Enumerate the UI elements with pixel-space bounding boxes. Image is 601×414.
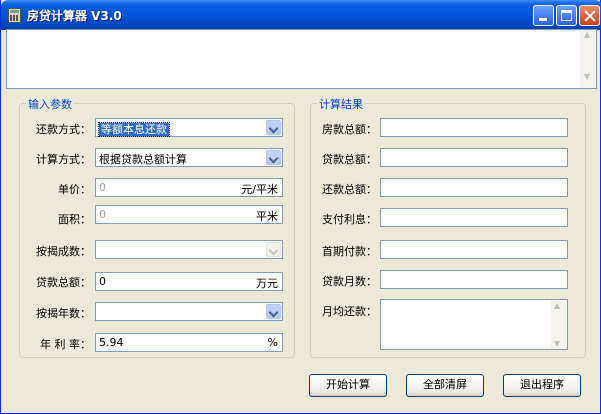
app-window: 房贷计算器 V3.0 ▲ ▼ 输入参数 还款方式： 等额本息还款 计算方式： 根…	[0, 0, 601, 414]
house-total-label: 房款总额：	[322, 123, 377, 136]
calc-method-label: 计算方式：	[36, 153, 91, 166]
loan-total-value: 0	[99, 275, 106, 288]
loan-total-unit: 万元	[256, 277, 278, 290]
annual-rate-label: 年 利 率：	[40, 338, 91, 351]
scroll-down-arrow-icon[interactable]: ▼	[580, 72, 596, 88]
input-params-legend: 输入参数	[26, 96, 74, 112]
results-legend: 计算结果	[317, 96, 365, 112]
calc-method-value: 根据贷款总额计算	[99, 153, 187, 166]
annual-rate-value: 5.94	[99, 336, 124, 349]
output-memo[interactable]: ▲ ▼	[6, 29, 597, 89]
down-payment-label: 首期付款：	[322, 245, 377, 258]
interest-label: 支付利息：	[322, 213, 377, 226]
area-value: 0	[99, 208, 106, 221]
down-ratio-label: 按揭成数：	[36, 245, 91, 258]
exit-button[interactable]: 退出程序	[503, 374, 581, 397]
monthly-label: 月均还款：	[322, 305, 377, 318]
chevron-down-icon[interactable]	[266, 304, 281, 319]
loan-months-output[interactable]	[380, 270, 568, 289]
down-ratio-select[interactable]	[95, 240, 283, 259]
loan-years-select[interactable]	[95, 302, 283, 321]
repay-method-label: 还款方式：	[36, 123, 91, 136]
close-button[interactable]	[579, 5, 600, 26]
window-title: 房贷计算器 V3.0	[27, 9, 122, 23]
unit-price-label: 单价：	[58, 183, 91, 196]
area-input[interactable]: 0 平米	[95, 205, 283, 224]
chevron-down-icon[interactable]	[266, 150, 281, 165]
unit-price-input[interactable]: 0 元/平米	[95, 178, 283, 197]
repay-method-select[interactable]: 等额本息还款	[95, 118, 283, 137]
memo-scrollbar[interactable]: ▲ ▼	[580, 30, 596, 88]
scroll-up-arrow-icon[interactable]: ▲	[580, 30, 596, 46]
clear-all-button[interactable]: 全部清屏	[406, 374, 484, 397]
chevron-down-icon[interactable]	[266, 120, 281, 135]
minimize-button[interactable]	[533, 5, 554, 26]
repay-total-output[interactable]	[380, 178, 568, 197]
annual-rate-unit: %	[267, 336, 278, 349]
loan-months-label: 贷款月数：	[322, 275, 377, 288]
area-label: 面积：	[58, 213, 91, 226]
loan-total-input[interactable]: 0 万元	[95, 272, 283, 291]
monthly-scrollbar[interactable]: ▲ ▼	[551, 300, 567, 349]
annual-rate-input[interactable]: 5.94 %	[95, 333, 283, 352]
chevron-down-icon	[266, 242, 281, 257]
scroll-down-arrow-icon[interactable]: ▼	[554, 339, 560, 348]
scroll-up-arrow-icon[interactable]: ▲	[554, 301, 560, 310]
monthly-output-memo[interactable]: ▲ ▼	[380, 299, 568, 350]
start-calc-button[interactable]: 开始计算	[309, 374, 387, 397]
interest-output[interactable]	[380, 208, 568, 227]
down-payment-output[interactable]	[380, 240, 568, 259]
calculator-icon	[8, 8, 21, 23]
loan-total-label: 贷款总额：	[36, 276, 91, 289]
calc-method-select[interactable]: 根据贷款总额计算	[95, 148, 283, 167]
loan-years-label: 按揭年数：	[36, 307, 91, 320]
result-loan-total-output[interactable]	[380, 148, 568, 167]
area-unit: 平米	[256, 210, 278, 223]
maximize-button[interactable]	[556, 5, 577, 26]
unit-price-unit: 元/平米	[241, 183, 278, 196]
title-bar[interactable]: 房贷计算器 V3.0	[1, 0, 601, 30]
house-total-output[interactable]	[380, 118, 568, 137]
unit-price-value: 0	[99, 181, 106, 194]
repay-method-value: 等额本息还款	[98, 122, 170, 137]
result-loan-total-label: 贷款总额：	[322, 153, 377, 166]
repay-total-label: 还款总额：	[322, 183, 377, 196]
